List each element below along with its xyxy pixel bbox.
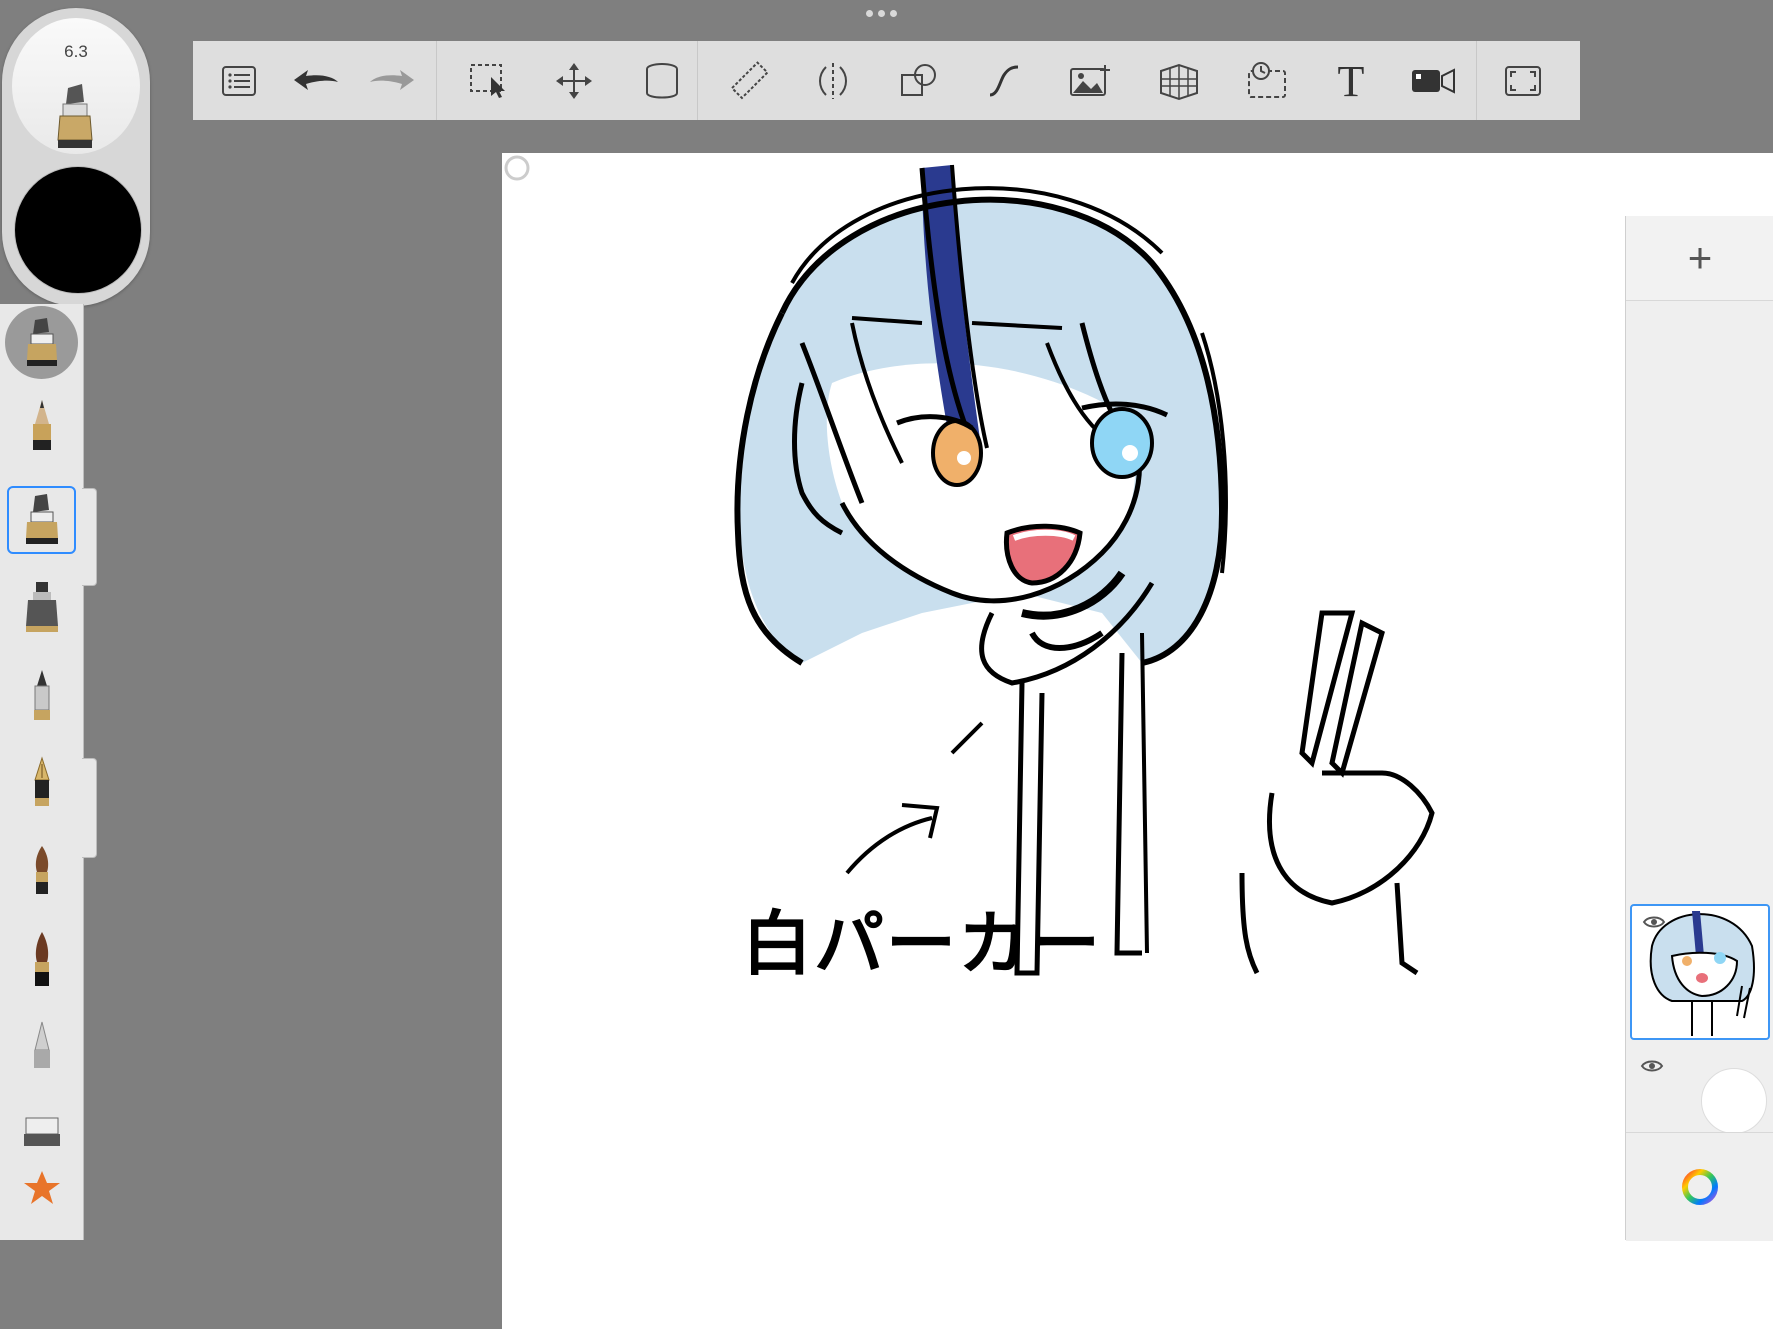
brush-size-value: 6.3	[64, 42, 88, 61]
drawing-canvas[interactable]: 白パーカー	[502, 153, 1773, 1329]
soft-pencil-brush[interactable]	[7, 1014, 76, 1082]
text-tool-label: T	[1337, 56, 1365, 106]
marker-icon	[25, 494, 58, 544]
add-layer-label: +	[1687, 234, 1713, 281]
toolbar-divider	[1476, 41, 1477, 120]
visibility-eye-icon[interactable]	[1640, 1058, 1664, 1074]
ink-brush-icon	[34, 932, 49, 986]
selection-icon[interactable]	[463, 55, 515, 107]
current-color-swatch[interactable]	[14, 166, 142, 294]
base-layer-swatch[interactable]	[1701, 1068, 1767, 1134]
dot	[866, 10, 873, 17]
eraser-icon	[23, 1117, 60, 1146]
ballpoint-icon	[33, 670, 50, 720]
annotation-label: 白パーカー	[742, 903, 1102, 985]
fountain-pen-icon	[33, 756, 50, 806]
dot	[890, 10, 897, 17]
brush-palette	[0, 304, 84, 1240]
time-lapse-icon[interactable]	[1241, 55, 1293, 107]
text-icon[interactable]: T	[1325, 55, 1377, 107]
ink-brush[interactable]	[7, 926, 76, 994]
airbrush-icon	[25, 582, 58, 632]
fullscreen-icon[interactable]	[1497, 55, 1549, 107]
stroke-style-icon[interactable]	[978, 55, 1030, 107]
ballpoint-brush[interactable]	[7, 662, 76, 730]
toolbar-divider	[697, 41, 698, 120]
add-layer-button[interactable]: +	[1626, 216, 1773, 301]
marker-icon	[57, 84, 93, 148]
airbrush-brush[interactable]	[7, 574, 76, 642]
perspective-grid-icon[interactable]	[1153, 55, 1205, 107]
shapes-icon[interactable]	[893, 55, 945, 107]
brush-size-control[interactable]: 6.3	[12, 18, 140, 154]
palette-expand-tab[interactable]	[82, 488, 97, 586]
visibility-eye-icon[interactable]	[1642, 914, 1666, 930]
paint-brush-icon	[35, 846, 48, 894]
marker-brush[interactable]	[7, 486, 76, 554]
import-image-icon[interactable]	[1065, 55, 1117, 107]
undo-icon[interactable]	[290, 55, 342, 107]
transform-icon[interactable]	[548, 55, 600, 107]
redo-icon[interactable]	[366, 55, 418, 107]
recent-brush-button[interactable]	[5, 306, 78, 379]
ruler-icon[interactable]	[723, 55, 775, 107]
fountain-pen-brush[interactable]	[7, 750, 76, 818]
soft-pencil-icon	[33, 1021, 50, 1068]
paint-brush[interactable]	[7, 838, 76, 906]
layer-thumbnail-1[interactable]	[1630, 904, 1770, 1040]
star-icon	[23, 1171, 60, 1204]
pencil-brush[interactable]	[7, 392, 76, 460]
symmetry-icon[interactable]	[807, 55, 859, 107]
pencil-icon	[32, 400, 51, 450]
toolbar-divider	[436, 41, 437, 120]
list-menu-icon[interactable]	[213, 55, 265, 107]
brush-puck[interactable]: 6.3	[2, 8, 150, 306]
color-picker-button[interactable]	[1626, 1132, 1773, 1241]
dot	[878, 10, 885, 17]
color-wheel-icon	[1682, 1169, 1718, 1205]
record-icon[interactable]	[1407, 55, 1459, 107]
top-toolbar: T	[193, 41, 1580, 120]
artwork	[734, 164, 1435, 976]
fill-bucket-icon[interactable]	[636, 55, 688, 107]
palette-expand-tab[interactable]	[82, 758, 97, 858]
more-options-handle[interactable]	[866, 10, 906, 22]
marker-icon	[26, 317, 57, 366]
layers-panel: +	[1625, 216, 1773, 1241]
refresh-icon[interactable]	[502, 153, 532, 183]
favorites-button[interactable]	[7, 1154, 76, 1222]
